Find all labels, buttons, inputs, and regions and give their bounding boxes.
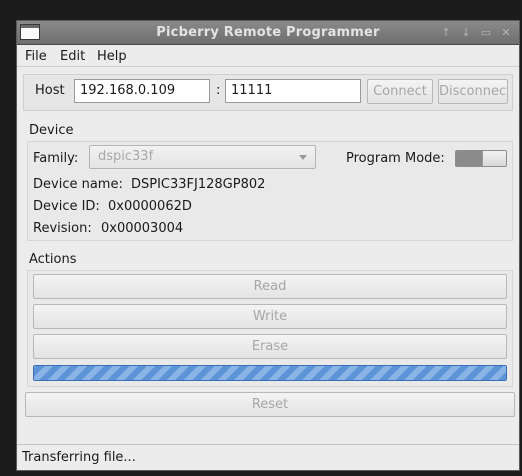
host-port-separator: : bbox=[216, 83, 221, 98]
shade-down-icon[interactable]: ↓ bbox=[457, 24, 475, 41]
reset-button[interactable]: Reset bbox=[25, 392, 515, 417]
write-button[interactable]: Write bbox=[33, 304, 507, 329]
device-id-label: Device ID: bbox=[33, 199, 100, 214]
host-ip-input[interactable]: 192.168.0.109 bbox=[74, 79, 210, 103]
status-bar: Transferring file... bbox=[17, 444, 519, 470]
revision-value: 0x00003004 bbox=[101, 221, 184, 236]
revision-label: Revision: bbox=[33, 221, 92, 236]
family-label: Family: bbox=[33, 151, 79, 166]
actions-section-title: Actions bbox=[29, 252, 77, 267]
maximize-icon[interactable]: ▭ bbox=[477, 24, 495, 41]
family-select-value: dspic33f bbox=[98, 149, 154, 164]
erase-button: Erase bbox=[33, 334, 507, 359]
toggle-on-indicator bbox=[456, 151, 482, 166]
host-label: Host bbox=[35, 83, 65, 98]
device-id-value: 0x0000062D bbox=[108, 199, 192, 214]
read-button[interactable]: Read bbox=[33, 274, 507, 299]
device-name-value: DSPIC33FJ128GP802 bbox=[131, 177, 266, 192]
connect-button[interactable]: Connect bbox=[367, 79, 433, 104]
transfer-progress-bar bbox=[33, 365, 507, 381]
window-controls: ↑ ↓ ▭ ✕ bbox=[437, 24, 515, 41]
chevron-down-icon bbox=[299, 155, 307, 160]
device-name-label: Device name: bbox=[33, 177, 123, 192]
menu-bar: File Edit Help bbox=[17, 45, 519, 67]
toggle-knob bbox=[482, 151, 506, 166]
status-text: Transferring file... bbox=[22, 450, 136, 465]
close-icon[interactable]: ✕ bbox=[497, 24, 515, 41]
disconnect-button[interactable]: Disconnect bbox=[438, 79, 508, 104]
host-port-input[interactable]: 11111 bbox=[225, 79, 361, 103]
title-bar[interactable]: Picberry Remote Programmer ↑ ↓ ▭ ✕ bbox=[17, 21, 519, 45]
device-section-title: Device bbox=[29, 123, 74, 138]
shade-up-icon[interactable]: ↑ bbox=[437, 24, 455, 41]
progress-fill bbox=[34, 366, 506, 380]
program-mode-toggle[interactable] bbox=[455, 150, 507, 167]
menu-edit[interactable]: Edit bbox=[60, 49, 85, 64]
menu-file[interactable]: File bbox=[25, 49, 47, 64]
menu-help[interactable]: Help bbox=[97, 49, 127, 64]
program-mode-label: Program Mode: bbox=[346, 151, 445, 166]
app-window: Picberry Remote Programmer ↑ ↓ ▭ ✕ File … bbox=[16, 20, 520, 471]
family-select[interactable]: dspic33f bbox=[89, 145, 316, 169]
